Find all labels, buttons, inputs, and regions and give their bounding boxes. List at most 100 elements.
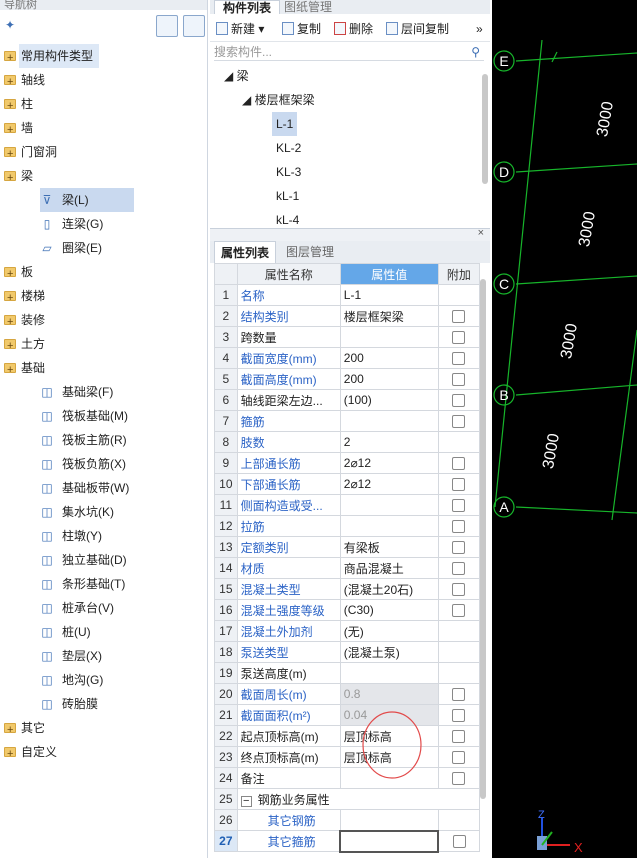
nav-category-item[interactable]: 门窗洞: [0, 140, 208, 166]
tree-scrollbar[interactable]: [482, 74, 488, 184]
grid-view-icon[interactable]: [183, 15, 205, 37]
property-row[interactable]: 10 下部通长筋 2⌀12: [214, 473, 481, 495]
property-row[interactable]: 25− 钢筋业务属性: [214, 788, 481, 810]
tree-item[interactable]: kL-4: [276, 208, 299, 228]
extra-checkbox[interactable]: [452, 688, 466, 702]
extra-checkbox[interactable]: [452, 373, 466, 387]
new-button[interactable]: 新建 ▾: [216, 16, 264, 42]
property-row[interactable]: 8 肢数 2: [214, 431, 481, 453]
property-row[interactable]: 4 截面宽度(mm) 200: [214, 347, 481, 369]
property-row[interactable]: 11 侧面构造或受...: [214, 494, 481, 516]
property-value[interactable]: (C30): [339, 599, 439, 621]
property-row[interactable]: 14 材质 商品混凝土: [214, 557, 481, 579]
copy-button[interactable]: 复制: [282, 16, 321, 42]
extra-checkbox[interactable]: [452, 835, 466, 849]
property-value[interactable]: (100): [339, 389, 439, 411]
nav-category-item[interactable]: 梁: [0, 164, 208, 190]
extra-checkbox[interactable]: [452, 604, 466, 618]
tree-node-beam[interactable]: ◢ 梁: [224, 64, 249, 88]
extra-checkbox[interactable]: [452, 499, 466, 513]
property-row[interactable]: 16 混凝土强度等级 (C30): [214, 599, 481, 621]
collapse-icon[interactable]: −: [240, 795, 252, 807]
extra-checkbox[interactable]: [452, 709, 466, 723]
property-row[interactable]: 12 拉筋: [214, 515, 481, 537]
property-row[interactable]: 9 上部通长筋 2⌀12: [214, 452, 481, 474]
nav-category-item[interactable]: 其它: [0, 716, 208, 742]
extra-checkbox[interactable]: [452, 751, 466, 765]
more-button[interactable]: »: [476, 16, 483, 42]
tree-item[interactable]: kL-1: [276, 184, 299, 208]
nav-category-item[interactable]: 轴线: [0, 68, 208, 94]
delete-button[interactable]: 删除: [334, 16, 373, 42]
nav-category-item[interactable]: 土方: [0, 332, 208, 358]
property-row[interactable]: 27 其它箍筋: [214, 829, 481, 853]
extra-checkbox[interactable]: [452, 415, 466, 429]
property-value[interactable]: [339, 662, 439, 684]
property-row[interactable]: 2 结构类别 楼层框架梁: [214, 305, 481, 327]
extra-checkbox[interactable]: [452, 457, 466, 471]
property-value[interactable]: [339, 515, 439, 537]
property-value[interactable]: (无): [339, 620, 439, 642]
property-group-header[interactable]: − 钢筋业务属性: [236, 788, 481, 810]
property-row[interactable]: 6 轴线距梁左边... (100): [214, 389, 481, 411]
extra-checkbox[interactable]: [452, 583, 466, 597]
close-icon[interactable]: ×: [478, 227, 484, 239]
property-row[interactable]: 26 其它钢筋: [214, 809, 481, 831]
property-row[interactable]: 5 截面高度(mm) 200: [214, 368, 481, 390]
property-scrollbar[interactable]: [480, 279, 486, 799]
nav-category-item[interactable]: 基础: [0, 356, 208, 382]
extra-checkbox[interactable]: [452, 772, 466, 786]
nav-category-item[interactable]: 装修: [0, 308, 208, 334]
property-value[interactable]: 2⌀12: [339, 473, 439, 495]
extra-checkbox[interactable]: [452, 541, 466, 555]
property-value[interactable]: [339, 829, 440, 853]
property-value[interactable]: [339, 326, 439, 348]
property-row[interactable]: 7 箍筋: [214, 410, 481, 432]
property-row[interactable]: 15 混凝土类型 (混凝土20石): [214, 578, 481, 600]
extra-checkbox[interactable]: [452, 394, 466, 408]
property-value[interactable]: 2: [339, 431, 439, 453]
property-value[interactable]: (混凝土20石): [339, 578, 439, 600]
nav-subitem[interactable]: ⊽ 梁(L): [40, 188, 134, 212]
nav-category-item[interactable]: 墙: [0, 116, 208, 142]
search-input[interactable]: 搜索构件... ⚲: [214, 43, 484, 61]
tab-property-list[interactable]: 属性列表: [214, 241, 277, 263]
tree-node-floor-frame-beam[interactable]: ◢ 楼层框架梁: [242, 88, 315, 112]
property-value[interactable]: L-1: [339, 284, 439, 306]
property-row[interactable]: 18 泵送类型 (混凝土泵): [214, 641, 481, 663]
tree-item[interactable]: KL-2: [276, 136, 301, 160]
tab-component-list[interactable]: 构件列表: [214, 0, 281, 15]
property-value[interactable]: 有梁板: [339, 536, 439, 558]
nav-category-item[interactable]: 自定义: [0, 740, 208, 766]
property-row[interactable]: 24 备注: [214, 767, 481, 789]
floor-copy-button[interactable]: 层间复制: [386, 16, 449, 42]
property-value[interactable]: [339, 494, 439, 516]
search-icon[interactable]: ⚲: [471, 43, 480, 61]
nav-category-item[interactable]: 板: [0, 260, 208, 286]
extra-checkbox[interactable]: [452, 520, 466, 534]
list-view-icon[interactable]: [156, 15, 178, 37]
property-value[interactable]: (混凝土泵): [339, 641, 439, 663]
drawing-viewport[interactable]: E D C B A 3000 3000 3000 3000 X Z: [492, 0, 637, 858]
nav-category-item[interactable]: 楼梯: [0, 284, 208, 310]
tree-item[interactable]: KL-3: [276, 160, 301, 184]
property-value[interactable]: 商品混凝土: [339, 557, 439, 579]
extra-checkbox[interactable]: [452, 310, 466, 324]
property-row[interactable]: 3 跨数量: [214, 326, 481, 348]
extra-checkbox[interactable]: [452, 730, 466, 744]
property-value[interactable]: 0.8: [339, 683, 439, 705]
tab-drawing-management[interactable]: 图纸管理: [276, 0, 340, 14]
nav-category-item[interactable]: 柱: [0, 92, 208, 118]
property-value[interactable]: 200: [339, 347, 439, 369]
property-row[interactable]: 13 定额类别 有梁板: [214, 536, 481, 558]
property-row[interactable]: 22 起点顶标高(m) 层顶标高: [214, 725, 481, 747]
property-row[interactable]: 1 名称 L-1: [214, 284, 481, 306]
property-value[interactable]: 200: [339, 368, 439, 390]
nav-category-item[interactable]: 常用构件类型: [0, 44, 208, 70]
property-value[interactable]: 楼层框架梁: [339, 305, 439, 327]
property-row[interactable]: 21 截面面积(m²) 0.04: [214, 704, 481, 726]
property-value[interactable]: [339, 410, 439, 432]
tab-layer-management[interactable]: 图层管理: [280, 241, 340, 263]
pin-icon[interactable]: ✦: [5, 18, 15, 32]
extra-checkbox[interactable]: [452, 562, 466, 576]
